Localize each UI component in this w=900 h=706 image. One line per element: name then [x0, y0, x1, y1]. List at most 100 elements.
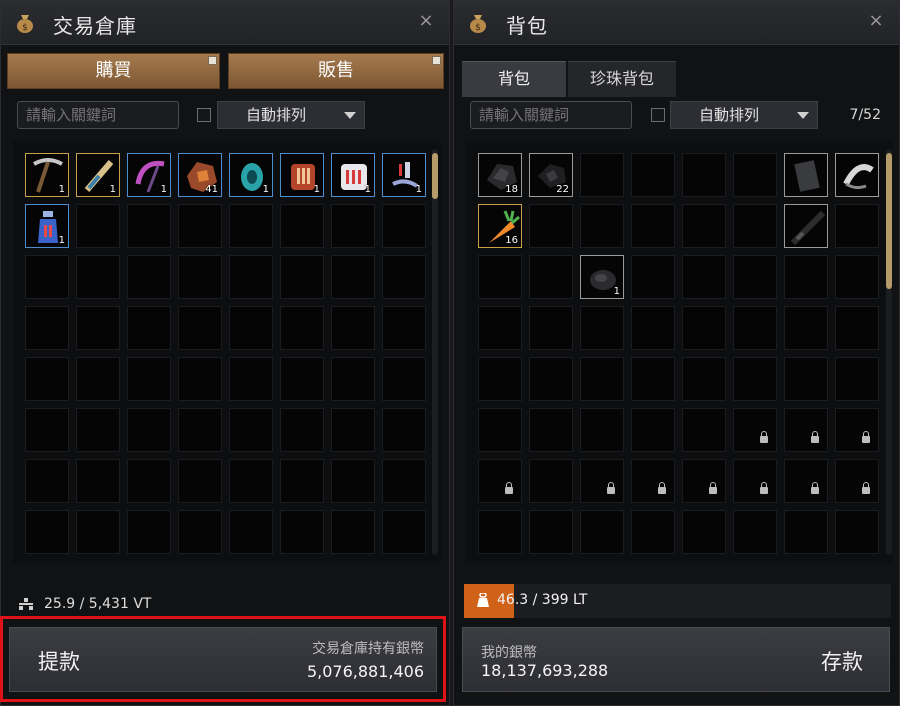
sort-dropdown[interactable]: 自動排列: [670, 101, 818, 129]
inventory-slot[interactable]: [733, 510, 777, 554]
inventory-slot[interactable]: [229, 204, 273, 248]
inventory-slot[interactable]: [229, 459, 273, 503]
inventory-slot[interactable]: [784, 510, 828, 554]
inventory-slot[interactable]: [229, 510, 273, 554]
inventory-slot[interactable]: [76, 255, 120, 299]
inventory-slot[interactable]: [25, 459, 69, 503]
popout-icon[interactable]: [208, 56, 217, 65]
inventory-slot[interactable]: [280, 510, 324, 554]
inventory-slot[interactable]: [178, 408, 222, 452]
inventory-slot-item[interactable]: 41: [178, 153, 222, 197]
inventory-slot[interactable]: [733, 153, 777, 197]
inventory-slot-item[interactable]: 1: [25, 204, 69, 248]
inventory-slot[interactable]: [25, 408, 69, 452]
inventory-slot[interactable]: [229, 408, 273, 452]
inventory-slot[interactable]: [178, 204, 222, 248]
auto-sort-checkbox[interactable]: [197, 108, 211, 122]
inventory-slot[interactable]: [382, 408, 426, 452]
inventory-slot[interactable]: [631, 357, 675, 401]
inventory-slot[interactable]: [580, 306, 624, 350]
scroll-thumb[interactable]: [886, 153, 892, 289]
withdraw-button[interactable]: 提款 交易倉庫持有銀幣 5,076,881,406: [9, 627, 437, 692]
inventory-slot[interactable]: [580, 204, 624, 248]
inventory-slot[interactable]: [127, 255, 171, 299]
inventory-slot[interactable]: [529, 408, 573, 452]
inventory-slot[interactable]: [835, 510, 879, 554]
inventory-slot[interactable]: [331, 459, 375, 503]
inventory-slot[interactable]: [478, 255, 522, 299]
inventory-slot-item[interactable]: [835, 153, 879, 197]
inventory-slot[interactable]: [682, 459, 726, 503]
inventory-slot[interactable]: [76, 204, 120, 248]
inventory-slot-item[interactable]: 1: [580, 255, 624, 299]
inventory-slot[interactable]: [76, 408, 120, 452]
inventory-slot[interactable]: [331, 510, 375, 554]
inventory-slot[interactable]: [580, 510, 624, 554]
inventory-slot[interactable]: [682, 204, 726, 248]
inventory-slot[interactable]: [280, 357, 324, 401]
warehouse-scrollbar[interactable]: [432, 149, 438, 555]
popout-icon[interactable]: [432, 56, 441, 65]
inventory-slot[interactable]: [631, 510, 675, 554]
inventory-slot-item[interactable]: 1: [25, 153, 69, 197]
inventory-slot[interactable]: [76, 510, 120, 554]
inventory-slot[interactable]: [127, 357, 171, 401]
inventory-slot[interactable]: [682, 357, 726, 401]
inventory-slot[interactable]: [580, 153, 624, 197]
inventory-slot-item[interactable]: 1: [382, 153, 426, 197]
inventory-slot[interactable]: [478, 510, 522, 554]
inventory-slot[interactable]: [733, 306, 777, 350]
inventory-slot[interactable]: [478, 357, 522, 401]
inventory-slot[interactable]: [382, 306, 426, 350]
sell-button[interactable]: 販售: [228, 53, 444, 89]
inventory-slot-item[interactable]: [784, 204, 828, 248]
inventory-slot[interactable]: [835, 255, 879, 299]
inventory-slot-item[interactable]: 1: [76, 153, 120, 197]
inventory-slot[interactable]: [331, 204, 375, 248]
title-bar[interactable]: $ 背包 ×: [454, 1, 899, 45]
inventory-slot[interactable]: [280, 459, 324, 503]
auto-sort-checkbox[interactable]: [651, 108, 665, 122]
search-input[interactable]: [470, 101, 632, 129]
inventory-slot[interactable]: [76, 459, 120, 503]
inventory-slot[interactable]: [835, 459, 879, 503]
inventory-slot[interactable]: [382, 255, 426, 299]
tab-pearl-inventory[interactable]: 珍珠背包: [568, 61, 676, 97]
inventory-slot[interactable]: [478, 459, 522, 503]
inventory-slot[interactable]: [25, 255, 69, 299]
inventory-slot[interactable]: [835, 408, 879, 452]
inventory-slot[interactable]: [784, 255, 828, 299]
inventory-slot-item[interactable]: 22: [529, 153, 573, 197]
inventory-slot[interactable]: [529, 510, 573, 554]
inventory-slot[interactable]: [280, 408, 324, 452]
tab-inventory[interactable]: 背包: [462, 61, 566, 97]
inventory-slot[interactable]: [529, 357, 573, 401]
inventory-slot-item[interactable]: 1: [331, 153, 375, 197]
search-input[interactable]: [17, 101, 179, 129]
inventory-slot[interactable]: [178, 510, 222, 554]
inventory-slot[interactable]: [733, 459, 777, 503]
inventory-slot[interactable]: [229, 306, 273, 350]
inventory-slot[interactable]: [280, 204, 324, 248]
scroll-thumb[interactable]: [432, 153, 438, 199]
inventory-slot[interactable]: [127, 459, 171, 503]
inventory-scrollbar[interactable]: [886, 149, 892, 555]
inventory-slot[interactable]: [631, 153, 675, 197]
inventory-slot[interactable]: [331, 408, 375, 452]
inventory-slot[interactable]: [835, 306, 879, 350]
inventory-slot[interactable]: [733, 357, 777, 401]
sort-dropdown[interactable]: 自動排列: [217, 101, 365, 129]
inventory-slot[interactable]: [580, 408, 624, 452]
inventory-slot[interactable]: [682, 153, 726, 197]
deposit-button[interactable]: 我的銀幣 18,137,693,288 存款: [462, 627, 890, 692]
inventory-slot-item[interactable]: 16: [478, 204, 522, 248]
inventory-slot[interactable]: [178, 357, 222, 401]
inventory-slot[interactable]: [682, 510, 726, 554]
inventory-slot[interactable]: [178, 306, 222, 350]
inventory-slot[interactable]: [631, 306, 675, 350]
inventory-slot[interactable]: [280, 255, 324, 299]
inventory-slot[interactable]: [529, 204, 573, 248]
inventory-slot[interactable]: [682, 408, 726, 452]
inventory-slot[interactable]: [76, 306, 120, 350]
inventory-slot[interactable]: [76, 357, 120, 401]
